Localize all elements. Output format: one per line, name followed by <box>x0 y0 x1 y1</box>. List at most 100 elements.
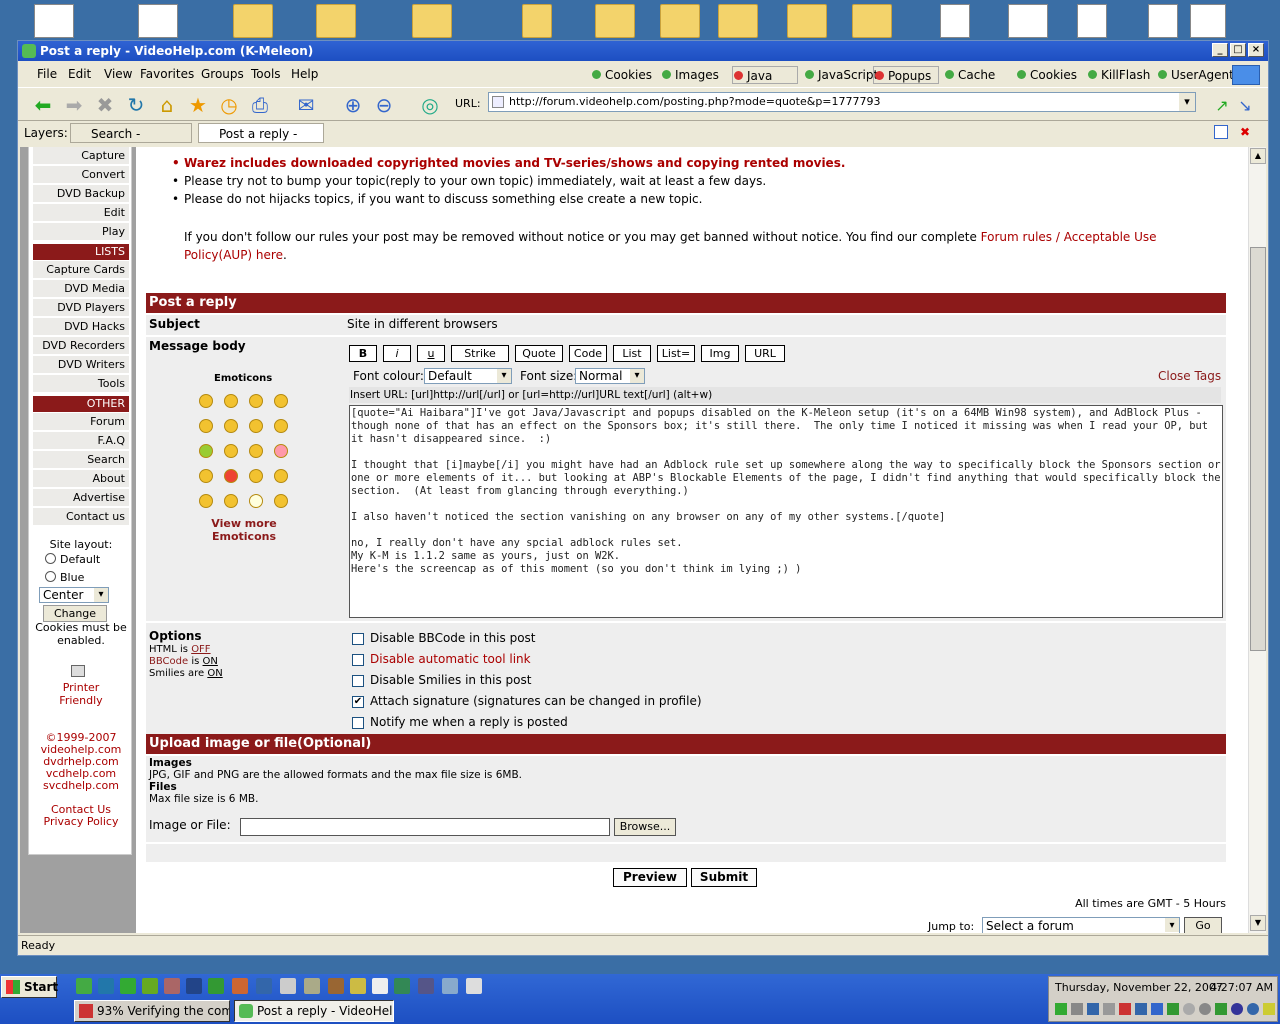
quicklaunch-icon[interactable] <box>328 978 344 994</box>
desktop-folder-icon[interactable] <box>660 4 700 38</box>
quicklaunch-icon[interactable] <box>186 978 202 994</box>
quicklaunch-icon[interactable] <box>120 978 136 994</box>
sidebar-item-faq[interactable]: F.A.Q <box>33 432 129 450</box>
sidebar-item-dvd-recorders[interactable]: DVD Recorders <box>33 337 129 355</box>
view-more-emoticons-link[interactable]: View more Emoticons <box>206 517 282 543</box>
code-button[interactable]: Code <box>569 345 607 362</box>
sidebar-item-advertise[interactable]: Advertise <box>33 489 129 507</box>
layout-blue-radio[interactable]: Blue <box>45 571 84 584</box>
quicklaunch-icon[interactable] <box>304 978 320 994</box>
strike-button[interactable]: Strike <box>451 345 509 362</box>
window-titlebar[interactable]: Post a reply - VideoHelp.com (K-Meleon) … <box>18 41 1268 61</box>
zoom-in-icon[interactable]: ⊕ <box>340 92 366 118</box>
tray-icon[interactable] <box>1183 1003 1195 1015</box>
underline-button[interactable]: u <box>417 345 445 362</box>
sidebar-item-edit[interactable]: Edit <box>33 204 129 222</box>
align-select[interactable]: Center <box>39 587 109 603</box>
quicklaunch-icon[interactable] <box>350 978 366 994</box>
layer-tab-search[interactable]: Search - VideoHelp.... <box>70 123 192 161</box>
sidebar-item-dvd-players[interactable]: DVD Players <box>33 299 129 317</box>
quicklaunch-icon[interactable] <box>76 978 92 994</box>
toggle-popups[interactable]: Popups <box>873 66 939 84</box>
img-button[interactable]: Img <box>701 345 739 362</box>
quicklaunch-icon[interactable] <box>372 978 388 994</box>
emoticon-icon[interactable] <box>224 469 238 483</box>
emoticon-icon[interactable] <box>199 394 213 408</box>
scroll-thumb[interactable] <box>1250 247 1266 651</box>
notify-checkbox[interactable] <box>352 717 364 729</box>
preview-button[interactable]: Preview <box>613 868 687 887</box>
close-button[interactable]: × <box>1248 43 1264 57</box>
tray-icon[interactable] <box>1231 1003 1243 1015</box>
toggle-useragent[interactable]: UserAgent <box>1157 66 1234 84</box>
emoticon-icon[interactable] <box>249 419 263 433</box>
desktop-icon[interactable] <box>138 4 178 38</box>
quicklaunch-icon[interactable] <box>164 978 180 994</box>
file-path-input[interactable] <box>240 818 610 836</box>
emoticon-icon[interactable] <box>224 419 238 433</box>
emoticon-icon[interactable] <box>249 394 263 408</box>
toggle-java[interactable]: Java <box>732 66 798 84</box>
emoticon-icon[interactable] <box>249 444 263 458</box>
browse-button[interactable]: Browse... <box>614 818 676 836</box>
emoticon-icon[interactable] <box>199 469 213 483</box>
emoticon-icon[interactable] <box>274 419 288 433</box>
quicklaunch-icon[interactable] <box>256 978 272 994</box>
sidebar-item-capture-cards[interactable]: Capture Cards <box>33 261 129 279</box>
emoticon-icon[interactable] <box>274 394 288 408</box>
close-layer-icon[interactable]: ✖ <box>1238 125 1252 139</box>
tray-icon[interactable] <box>1135 1003 1147 1015</box>
quicklaunch-icon[interactable] <box>208 978 224 994</box>
minimize-button[interactable]: _ <box>1212 43 1228 57</box>
emoticon-icon[interactable] <box>224 494 238 508</box>
tray-icon[interactable] <box>1071 1003 1083 1015</box>
subject-value[interactable]: Site in different browsers <box>347 317 498 331</box>
sidebar-item-tools[interactable]: Tools <box>33 375 129 393</box>
emoticon-icon[interactable] <box>274 444 288 458</box>
menu-view[interactable]: View <box>104 67 132 81</box>
desktop-folder-icon[interactable] <box>852 4 892 38</box>
desktop-folder-icon[interactable] <box>718 4 758 38</box>
desktop-folder-icon[interactable] <box>787 4 827 38</box>
globe-icon[interactable]: ◎ <box>417 92 443 118</box>
forward-icon[interactable]: ➡ <box>61 92 87 118</box>
toggle-cookies-2[interactable]: Cookies <box>1016 66 1077 84</box>
url-button[interactable]: URL <box>745 345 785 362</box>
sidebar-item-search[interactable]: Search <box>33 451 129 469</box>
sidebar-item-play[interactable]: Play <box>33 223 129 241</box>
desktop-document-icon[interactable] <box>940 4 970 38</box>
jump-to-select[interactable]: Select a forum <box>982 917 1180 933</box>
sidebar-item-convert[interactable]: Convert <box>33 166 129 184</box>
disable-toollink-checkbox[interactable] <box>352 654 364 666</box>
menu-edit[interactable]: Edit <box>68 67 91 81</box>
quicklaunch-icon[interactable] <box>442 978 458 994</box>
maximize-button[interactable]: □ <box>1230 43 1246 57</box>
desktop-folder-icon[interactable] <box>522 4 552 38</box>
desktop-document-icon[interactable] <box>1190 4 1226 38</box>
task-button-browser[interactable]: Post a reply - VideoHel... <box>234 1000 394 1022</box>
sidebar-item-dvd-media[interactable]: DVD Media <box>33 280 129 298</box>
bold-button[interactable]: B <box>349 345 377 362</box>
go-button[interactable]: Go <box>1184 917 1222 933</box>
printer-friendly-link[interactable]: Printer Friendly <box>29 681 133 707</box>
toggle-images[interactable]: Images <box>661 66 719 84</box>
sidebar-item-dvd-hacks[interactable]: DVD Hacks <box>33 318 129 336</box>
desktop-document-icon[interactable] <box>1148 4 1178 38</box>
toggle-cookies[interactable]: Cookies <box>591 66 652 84</box>
sidebar-item-contact-us[interactable]: Contact us <box>33 508 129 526</box>
bookmarks-icon[interactable]: ★ <box>185 92 211 118</box>
quicklaunch-icon[interactable] <box>98 978 114 994</box>
sidebar-item-about[interactable]: About <box>33 470 129 488</box>
emoticon-icon[interactable] <box>274 469 288 483</box>
emoticon-icon[interactable] <box>199 419 213 433</box>
message-textarea[interactable]: [quote="Ai Haibara"]I've got Java/Javasc… <box>349 405 1223 618</box>
mail-icon[interactable]: ✉ <box>293 92 319 118</box>
layer-tab-post-reply[interactable]: Post a reply - Vide... <box>198 123 324 161</box>
emoticon-icon[interactable] <box>249 469 263 483</box>
new-layer-icon[interactable] <box>1214 125 1228 139</box>
layout-default-radio[interactable]: Default <box>45 553 100 566</box>
menu-favorites[interactable]: Favorites <box>140 67 194 81</box>
quicklaunch-icon[interactable] <box>466 978 482 994</box>
emoticon-icon[interactable] <box>199 494 213 508</box>
menu-tools[interactable]: Tools <box>251 67 281 81</box>
